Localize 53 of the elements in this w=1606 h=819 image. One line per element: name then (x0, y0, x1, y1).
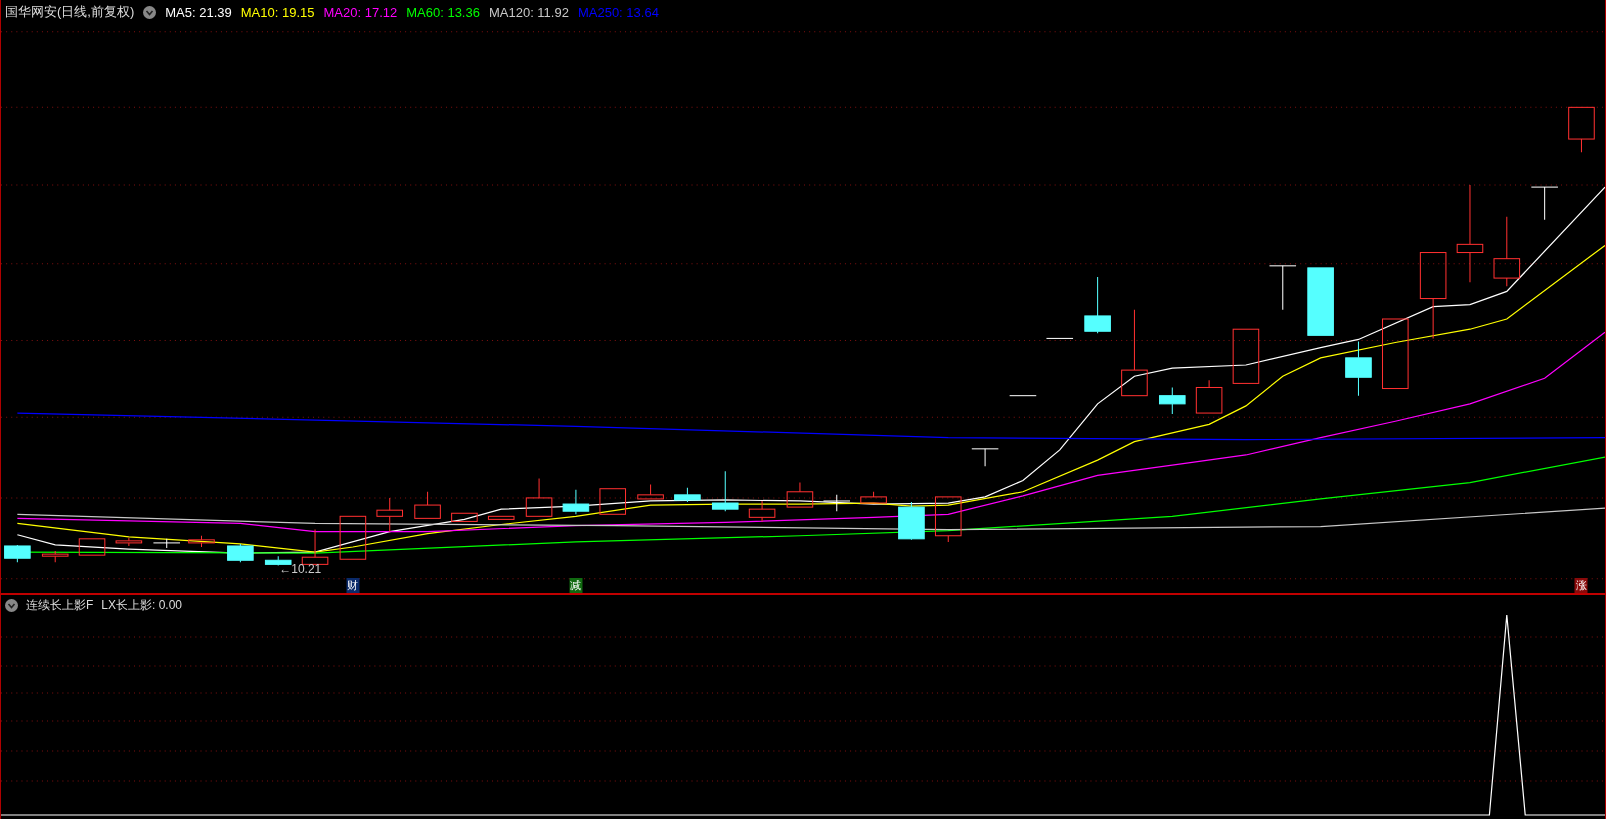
dropdown-icon[interactable] (5, 599, 18, 612)
rising-candle (1382, 318, 1409, 390)
doji-candle (152, 538, 181, 549)
event-marker[interactable]: 财 (346, 578, 360, 593)
rising-candle (451, 512, 478, 522)
doji-candle (822, 494, 851, 512)
rising-candle (1232, 328, 1260, 384)
falling-candle (227, 543, 254, 563)
rising-candle (188, 535, 215, 548)
rising-candle (786, 482, 814, 508)
doji-candle (1530, 186, 1559, 221)
rising-candle (525, 478, 553, 517)
rising-candle (748, 500, 776, 522)
rising-candle (41, 550, 69, 563)
rising-candle (637, 484, 664, 500)
rising-candle (860, 491, 887, 504)
ma-legend-item: MA60: 13.36 (406, 4, 480, 20)
doji-candle (1268, 265, 1297, 311)
doji-candle (971, 448, 999, 467)
falling-candle (674, 487, 701, 503)
indicator-name: 连续长上影F (26, 597, 94, 614)
rising-candle (1568, 106, 1595, 153)
falling-candle (4, 544, 31, 563)
rising-candle (78, 538, 106, 556)
rising-candle (599, 488, 627, 515)
rising-candle (1195, 379, 1223, 414)
rising-candle (115, 537, 143, 547)
rising-candle (376, 497, 403, 533)
chart-title: 国华网安(日线,前复权) (5, 3, 135, 21)
rising-candle (339, 515, 367, 560)
event-marker[interactable]: 涨 (1574, 578, 1588, 593)
falling-candle (711, 470, 739, 512)
falling-candle (264, 555, 292, 566)
event-marker[interactable]: 减 (569, 578, 583, 593)
falling-candle (898, 501, 925, 541)
dropdown-icon[interactable] (143, 5, 157, 19)
falling-candle (1345, 341, 1372, 397)
rising-candle (1493, 216, 1521, 287)
rising-candle (301, 529, 329, 565)
ma-legend-item: MA120: 11.92 (488, 4, 569, 20)
ma-legend-item: MA10: 19.15 (240, 4, 315, 20)
falling-candle (1084, 276, 1111, 334)
ma-legend-item: MA5: 21.39 (165, 4, 232, 20)
rising-candle (487, 515, 515, 520)
ma-legend-item: MA20: 17.12 (323, 4, 398, 20)
rising-candle (414, 491, 441, 519)
falling-candle (1159, 387, 1186, 415)
rising-candle (934, 496, 962, 543)
low-price-label: ←10.21 (279, 562, 322, 576)
falling-candle (562, 489, 590, 515)
ma-legend-item: MA250: 13.64 (577, 4, 659, 20)
falling-candle (1307, 267, 1334, 336)
indicator-reading: LX长上影: 0.00 (101, 597, 183, 614)
